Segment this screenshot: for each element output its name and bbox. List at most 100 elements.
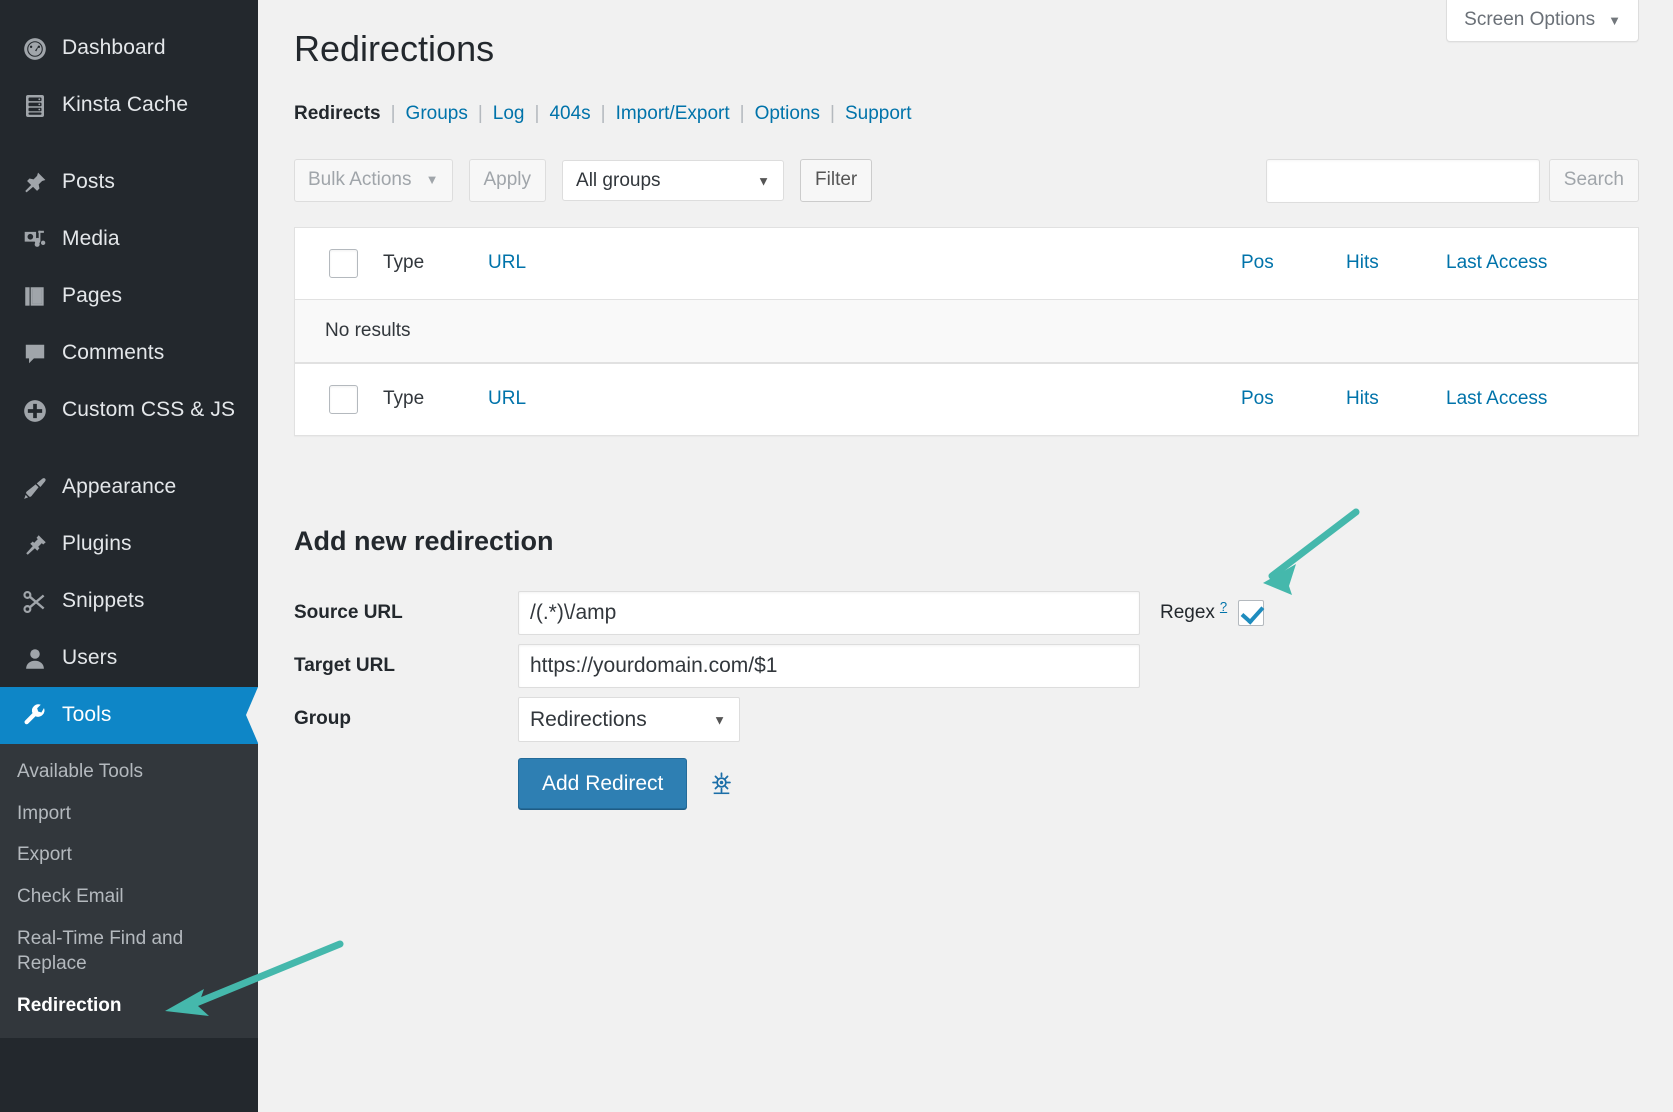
subnav-item-404s[interactable]: 404s [549, 103, 590, 125]
sidebar-item-label: Users [62, 646, 117, 670]
group-row: Group Redirections ▼ [294, 697, 1639, 742]
sidebar-item-label: Kinsta Cache [62, 93, 188, 117]
subnav-item-support[interactable]: Support [845, 103, 912, 125]
sidebar-item-label: Pages [62, 284, 122, 308]
subnav-separator: | [830, 103, 835, 125]
sidebar-separator-2 [0, 439, 258, 459]
sort-url-link[interactable]: URL [488, 252, 526, 273]
regex-field: Regex ? [1160, 597, 1267, 629]
screen-options-label: Screen Options [1464, 9, 1595, 31]
sort-hits-link[interactable]: Hits [1346, 252, 1379, 273]
plug-icon [17, 527, 53, 563]
search-button[interactable]: Search [1549, 159, 1639, 202]
sidebar-item-plugins[interactable]: Plugins [0, 516, 258, 573]
filter-button[interactable]: Filter [800, 159, 872, 202]
table-foot: Type URL Pos Hits Last Access [295, 363, 1638, 435]
group-filter-wrap: All groups ▼ [562, 160, 784, 201]
subnav-item-redirects[interactable]: Redirects [294, 103, 381, 125]
source-url-row: Source URL Regex ? [294, 591, 1639, 635]
subnav-item-groups[interactable]: Groups [406, 103, 468, 125]
sidebar-item-label: Custom CSS & JS [62, 398, 235, 422]
submenu-item-export[interactable]: Export [0, 834, 258, 876]
screen-meta-links: Screen Options ▼ [1446, 0, 1639, 42]
submenu-item-check-email[interactable]: Check Email [0, 876, 258, 918]
search-input[interactable] [1266, 159, 1540, 203]
source-url-input[interactable] [518, 591, 1140, 635]
sidebar-item-snippets[interactable]: Snippets [0, 573, 258, 630]
screen-options-button[interactable]: Screen Options ▼ [1446, 0, 1639, 42]
regex-help-icon[interactable]: ? [1220, 599, 1227, 614]
sidebar-item-media[interactable]: Media [0, 211, 258, 268]
sort-pos-link[interactable]: Pos [1241, 252, 1274, 273]
pages-icon [17, 279, 53, 315]
sidebar-item-pages[interactable]: Pages [0, 268, 258, 325]
submenu-item-redirection[interactable]: Redirection [0, 985, 258, 1027]
table-body: No results [295, 300, 1638, 363]
tools-submenu: Available Tools Import Export Check Emai… [0, 744, 258, 1038]
subnav-item-options[interactable]: Options [755, 103, 820, 125]
gear-icon[interactable] [709, 771, 734, 796]
group-filter-select[interactable]: All groups [562, 160, 784, 201]
submenu-item-real-time-find-and-replace[interactable]: Real-Time Find and Replace [0, 918, 200, 985]
sidebar-item-custom-css-js[interactable]: Custom CSS & JS [0, 382, 258, 439]
sidebar-item-comments[interactable]: Comments [0, 325, 258, 382]
sidebar-item-users[interactable]: Users [0, 630, 258, 687]
table-toolbar: Bulk Actions ▼ Apply All groups ▼ Filter… [294, 159, 1639, 219]
subnav-separator: | [478, 103, 483, 125]
column-footer-url: URL [488, 363, 1241, 435]
sort-hits-link-footer[interactable]: Hits [1346, 388, 1379, 409]
sort-last-access-link-footer[interactable]: Last Access [1446, 388, 1547, 409]
sort-pos-link-footer[interactable]: Pos [1241, 388, 1274, 409]
regex-label: Regex [1160, 602, 1215, 624]
submenu-item-import[interactable]: Import [0, 793, 258, 835]
sidebar-item-label: Plugins [62, 532, 132, 556]
table-header-row: Type URL Pos Hits Last Access [295, 228, 1638, 300]
group-select[interactable]: Redirections [518, 697, 740, 742]
sidebar-item-label: Snippets [62, 589, 145, 613]
sidebar-item-label: Media [62, 227, 120, 251]
sidebar-item-dashboard[interactable]: Dashboard [0, 20, 258, 77]
search-box: Search [1266, 159, 1639, 203]
subnav-separator: | [535, 103, 540, 125]
table-footer-row: Type URL Pos Hits Last Access [295, 363, 1638, 435]
column-footer-pos: Pos [1241, 363, 1346, 435]
add-redirect-button[interactable]: Add Redirect [518, 758, 687, 809]
admin-sidebar: Dashboard Kinsta Cache Posts Media Pages… [0, 0, 258, 1112]
sort-last-access-link[interactable]: Last Access [1446, 252, 1547, 273]
sidebar-item-appearance[interactable]: Appearance [0, 459, 258, 516]
regex-checkbox[interactable] [1238, 600, 1264, 626]
select-all-checkbox-footer[interactable] [329, 385, 358, 414]
sort-url-link-footer[interactable]: URL [488, 388, 526, 409]
page-title: Redirections [294, 26, 1639, 73]
select-all-header [295, 228, 383, 300]
pin-icon [17, 165, 53, 201]
page-wrap: Redirections Redirects | Groups | Log | … [258, 0, 1673, 809]
bulk-actions-select-wrap: Bulk Actions ▼ [294, 159, 453, 202]
sidebar-item-kinsta-cache[interactable]: Kinsta Cache [0, 77, 258, 134]
subnav-item-import-export[interactable]: Import/Export [616, 103, 730, 125]
select-all-checkbox[interactable] [329, 249, 358, 278]
sidebar-item-label: Comments [62, 341, 164, 365]
paintbrush-icon [17, 470, 53, 506]
subnav-separator: | [740, 103, 745, 125]
sidebar-item-label: Dashboard [62, 36, 166, 60]
source-url-label: Source URL [294, 602, 518, 624]
subnav-item-log[interactable]: Log [493, 103, 525, 125]
table-empty-row: No results [295, 300, 1638, 363]
column-header-type: Type [383, 228, 488, 300]
sidebar-item-tools[interactable]: Tools [0, 687, 258, 744]
table-head: Type URL Pos Hits Last Access [295, 228, 1638, 300]
add-new-redirection-heading: Add new redirection [294, 526, 1639, 557]
column-header-last-access: Last Access [1446, 228, 1638, 300]
wrench-icon [17, 698, 53, 734]
apply-button[interactable]: Apply [469, 159, 547, 202]
column-header-url: URL [488, 228, 1241, 300]
main-content: Screen Options ▼ Redirections Redirects … [258, 0, 1673, 1112]
submenu-item-available-tools[interactable]: Available Tools [0, 751, 258, 793]
group-select-wrap: Redirections ▼ [518, 697, 740, 742]
group-label: Group [294, 708, 518, 730]
chevron-down-icon: ▼ [426, 172, 439, 188]
sidebar-item-posts[interactable]: Posts [0, 154, 258, 211]
target-url-input[interactable] [518, 644, 1140, 688]
bulk-actions-select[interactable]: Bulk Actions ▼ [294, 159, 453, 202]
